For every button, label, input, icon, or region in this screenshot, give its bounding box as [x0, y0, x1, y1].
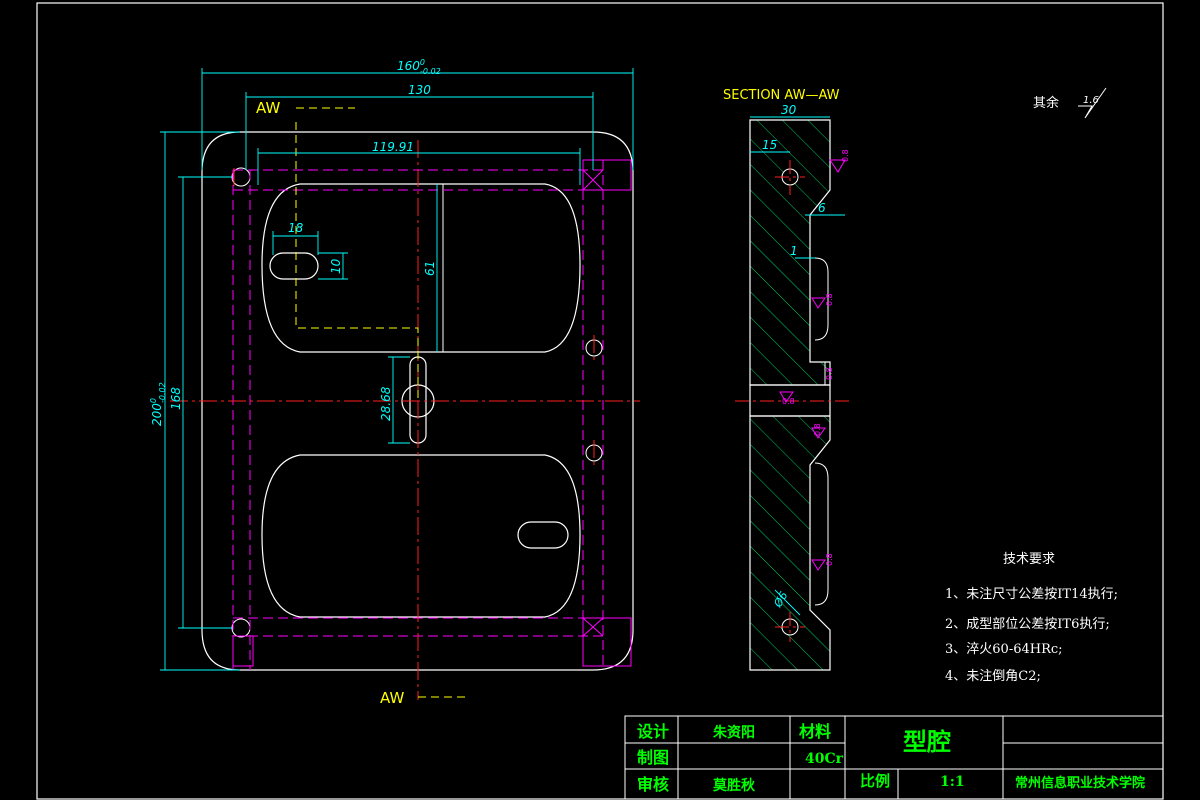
upper-slot	[269, 252, 319, 280]
dim-hole-spacing: 130	[408, 83, 431, 97]
cut-label-bottom: AW	[380, 689, 404, 707]
scale-label: 比例	[860, 772, 890, 790]
drafter-label: 制图	[637, 748, 669, 767]
section-label: SECTION AW—AW	[723, 88, 840, 103]
upper-cavity	[261, 183, 581, 353]
surface-note-label: 其余	[1033, 95, 1059, 111]
finish-mark-4: 0.8	[813, 423, 822, 436]
part-name: 型腔	[903, 727, 951, 756]
tech-requirements: 技术要求 1、未注尺寸公差按IT14执行; 2、成型部位公差按IT6执行; 3、…	[945, 552, 1118, 684]
dim-cavity-height: 61	[423, 261, 437, 276]
surface-note-value: 1.6	[1083, 95, 1099, 106]
pin-bottom-left	[231, 618, 251, 638]
designer-label: 设计	[637, 722, 669, 741]
dimension-lines	[160, 68, 634, 671]
scale-value: 1:1	[940, 774, 965, 790]
school-name: 常州信息职业技术学院	[1015, 775, 1145, 791]
finish-mark-2: 0.8	[825, 293, 834, 306]
dim-cavity-width: 119.91	[372, 140, 414, 154]
dim-hole-spacing-v: 168	[169, 387, 183, 410]
reviewer-label: 审核	[637, 775, 669, 794]
cut-label-top: AW	[256, 99, 280, 117]
lower-cavity	[261, 454, 581, 618]
designer-name: 朱资阳	[713, 724, 755, 741]
dim-center-slot: 28.68	[379, 386, 393, 421]
title-block: 设计 朱资阳 材料 型腔 制图 40Cr 审核 莫胜秋 比例 1:1 常州信息职…	[624, 715, 1164, 800]
material-value: 40Cr	[805, 751, 844, 767]
finish-mark-3: 0.8	[782, 397, 795, 406]
finish-mark-1: 0.8	[841, 149, 850, 162]
dim-thickness: 30	[781, 103, 797, 117]
tech-requirement-item: 4、未注倒角C2;	[945, 669, 1041, 684]
surface-note: 其余 1.6	[1033, 87, 1107, 119]
dim-step-depth: 6	[818, 201, 826, 215]
lower-slot	[517, 521, 569, 549]
reviewer-name: 莫胜秋	[712, 777, 756, 794]
center-lines	[170, 140, 640, 700]
tech-requirement-item: 1、未注尺寸公差按IT14执行;	[945, 587, 1118, 602]
dim-slot-length: 18	[288, 221, 304, 235]
section-view: SECTION AW—AW 30 15 6 1 Ø6 0.8 0.8 0.8 0…	[723, 88, 850, 671]
dim-recess-depth: 1	[790, 244, 798, 258]
dim-overall-height: 2000-0.02	[149, 382, 167, 426]
cad-drawing-sheet: AW AW 1600 -0.02 130 119.91 2000-0.02 16…	[36, 2, 1164, 800]
dim-hole-offset: 15	[762, 138, 777, 152]
front-view: AW AW 1600 -0.02 130 119.91 2000-0.02 16…	[149, 58, 640, 707]
dim-slot-width: 10	[329, 258, 343, 274]
finish-mark-6: 0.8	[825, 367, 834, 380]
material-label: 材料	[799, 722, 831, 741]
tech-requirement-item: 2、成型部位公差按IT6执行;	[945, 617, 1110, 632]
tech-requirements-title: 技术要求	[1003, 552, 1055, 567]
finish-mark-5: 0.8	[825, 553, 834, 566]
tech-requirement-item: 3、淬火60-64HRc;	[945, 642, 1063, 657]
pin-top-left	[231, 167, 251, 187]
